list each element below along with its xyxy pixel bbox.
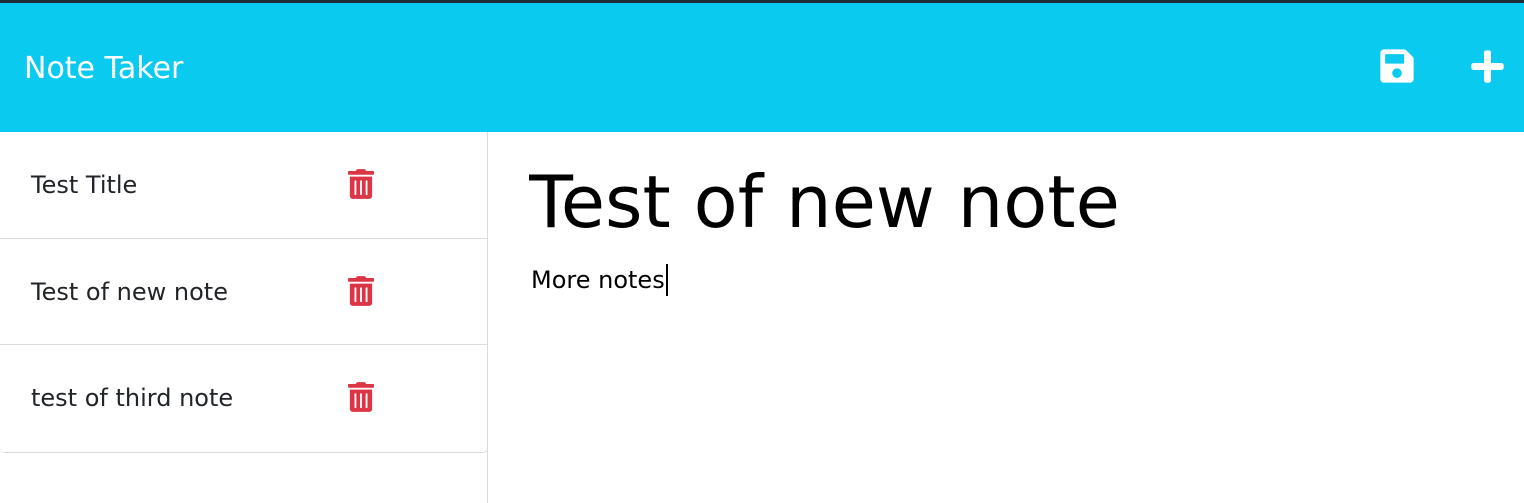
note-list-title[interactable]: test of third note (31, 383, 233, 413)
app-brand[interactable]: Note Taker (24, 49, 183, 89)
note-list-title[interactable]: Test Title (31, 170, 137, 200)
text-cursor (665, 264, 668, 296)
navbar: Note Taker (0, 3, 1524, 132)
note-title-input[interactable] (529, 157, 1489, 247)
note-list: Test Title Test of new note test of thir… (0, 132, 488, 453)
plus-icon[interactable] (1469, 48, 1506, 85)
trash-icon[interactable] (348, 169, 374, 199)
note-text-area[interactable]: More notes (531, 264, 668, 296)
list-item[interactable]: Test Title (0, 132, 487, 239)
trash-icon[interactable] (348, 382, 374, 412)
note-text: More notes (531, 266, 665, 294)
save-icon[interactable] (1378, 47, 1416, 85)
note-editor: More notes (489, 132, 1524, 503)
list-item[interactable]: test of third note (0, 345, 487, 452)
list-item[interactable]: Test of new note (0, 239, 487, 345)
sidebar: Test Title Test of new note test of thir… (0, 132, 488, 503)
note-list-title[interactable]: Test of new note (31, 277, 228, 307)
trash-icon[interactable] (348, 275, 374, 306)
